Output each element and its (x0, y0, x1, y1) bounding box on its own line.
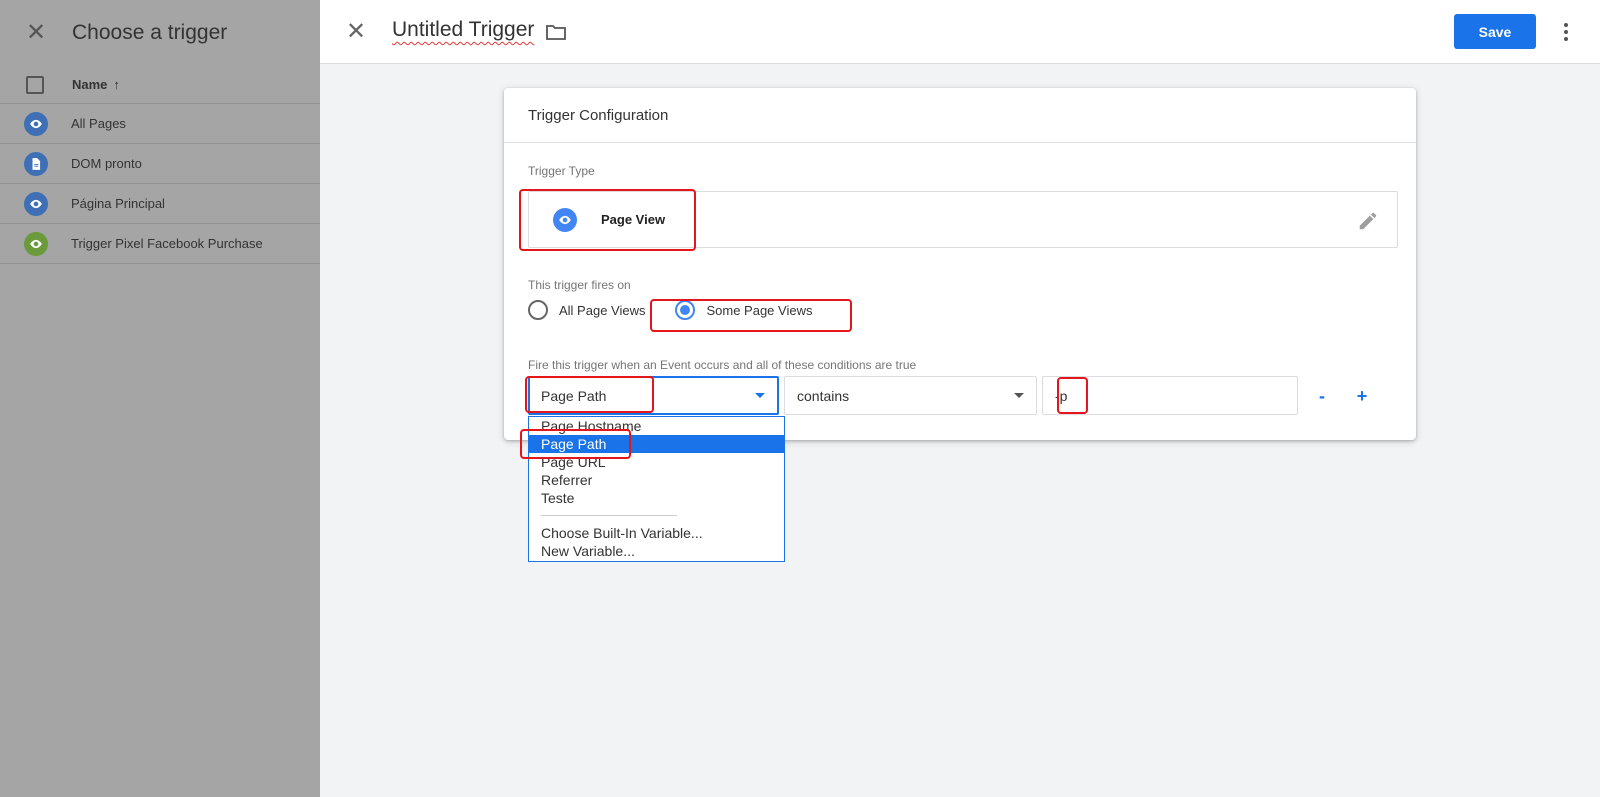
trigger-row-dom-pronto[interactable]: DOM pronto (0, 144, 320, 184)
fires-on-radio-group: All Page Views Some Page Views (528, 300, 812, 320)
condition-label: Fire this trigger when an Event occurs a… (528, 358, 917, 372)
operator-select-value: contains (797, 387, 850, 404)
trigger-name: All Pages (71, 116, 126, 131)
card-title: Trigger Configuration (504, 88, 1416, 143)
dropdown-option-referrer[interactable]: Referrer (529, 471, 784, 489)
trigger-row-all-pages[interactable]: All Pages (0, 104, 320, 144)
document-icon (24, 151, 48, 176)
name-column-header[interactable]: Name ↑ (72, 77, 120, 92)
pencil-icon[interactable] (1357, 210, 1379, 232)
variable-select-value: Page Path (541, 387, 607, 404)
trigger-list-header: ✕ Choose a trigger (0, 0, 320, 66)
editor-header: ✕ Untitled Trigger Save (320, 0, 1600, 64)
folder-icon[interactable] (544, 20, 568, 44)
fires-on-label: This trigger fires on (528, 278, 631, 292)
condition-value-input[interactable]: -p (1042, 376, 1298, 415)
name-column-label: Name (72, 77, 108, 92)
close-icon[interactable]: ✕ (24, 21, 48, 45)
trigger-name: Trigger Pixel Facebook Purchase (71, 236, 263, 251)
eye-icon (24, 111, 48, 136)
more-options-icon[interactable] (1554, 18, 1578, 46)
trigger-type-selector[interactable]: Page View (528, 191, 1398, 248)
eye-icon (24, 191, 48, 216)
trigger-editor: ✕ Untitled Trigger Save Trigger Configur… (320, 0, 1600, 797)
remove-condition-button[interactable]: - (1310, 384, 1334, 408)
save-button[interactable]: Save (1454, 14, 1536, 49)
variable-dropdown-list: Page Hostname Page Path Page URL Referre… (528, 416, 785, 562)
some-page-views-label: Some Page Views (706, 302, 813, 318)
trigger-name: Página Principal (71, 196, 165, 211)
dropdown-arrow-icon (1014, 393, 1024, 398)
trigger-configuration-card: Trigger Configuration Trigger Type Page … (504, 88, 1416, 440)
panel-title: Choose a trigger (72, 21, 228, 44)
dropdown-option-page-url[interactable]: Page URL (529, 453, 784, 471)
dropdown-arrow-icon (755, 393, 765, 398)
sort-arrow-icon: ↑ (113, 77, 120, 92)
trigger-name-title[interactable]: Untitled Trigger (392, 18, 534, 42)
close-icon[interactable]: ✕ (344, 20, 368, 44)
trigger-row-facebook-purchase[interactable]: Trigger Pixel Facebook Purchase (0, 224, 320, 264)
dropdown-divider (541, 515, 677, 516)
dropdown-option-page-hostname[interactable]: Page Hostname (529, 417, 784, 435)
trigger-row-pagina-principal[interactable]: Página Principal (0, 184, 320, 224)
some-page-views-radio[interactable] (675, 300, 696, 320)
variable-select[interactable]: Page Path (528, 376, 779, 415)
trigger-list-panel: ✕ Choose a trigger Name ↑ All Pages DOM … (0, 0, 320, 797)
trigger-name: DOM pronto (71, 156, 142, 171)
trigger-type-value: Page View (601, 212, 666, 227)
dropdown-option-new-variable[interactable]: New Variable... (529, 542, 784, 560)
select-all-checkbox[interactable] (26, 75, 44, 94)
dropdown-option-page-path[interactable]: Page Path (529, 435, 784, 453)
dropdown-option-built-in-variable[interactable]: Choose Built-In Variable... (529, 524, 784, 542)
trigger-type-label: Trigger Type (528, 164, 595, 178)
operator-select[interactable]: contains (784, 376, 1037, 415)
all-page-views-label: All Page Views (559, 302, 646, 318)
dropdown-option-teste[interactable]: Teste (529, 489, 784, 507)
add-condition-button[interactable]: + (1350, 384, 1374, 408)
table-header: Name ↑ (0, 66, 320, 104)
all-page-views-radio[interactable] (528, 300, 548, 320)
eye-icon (553, 208, 577, 232)
eye-icon (24, 231, 48, 256)
condition-value-text: -p (1055, 387, 1068, 404)
